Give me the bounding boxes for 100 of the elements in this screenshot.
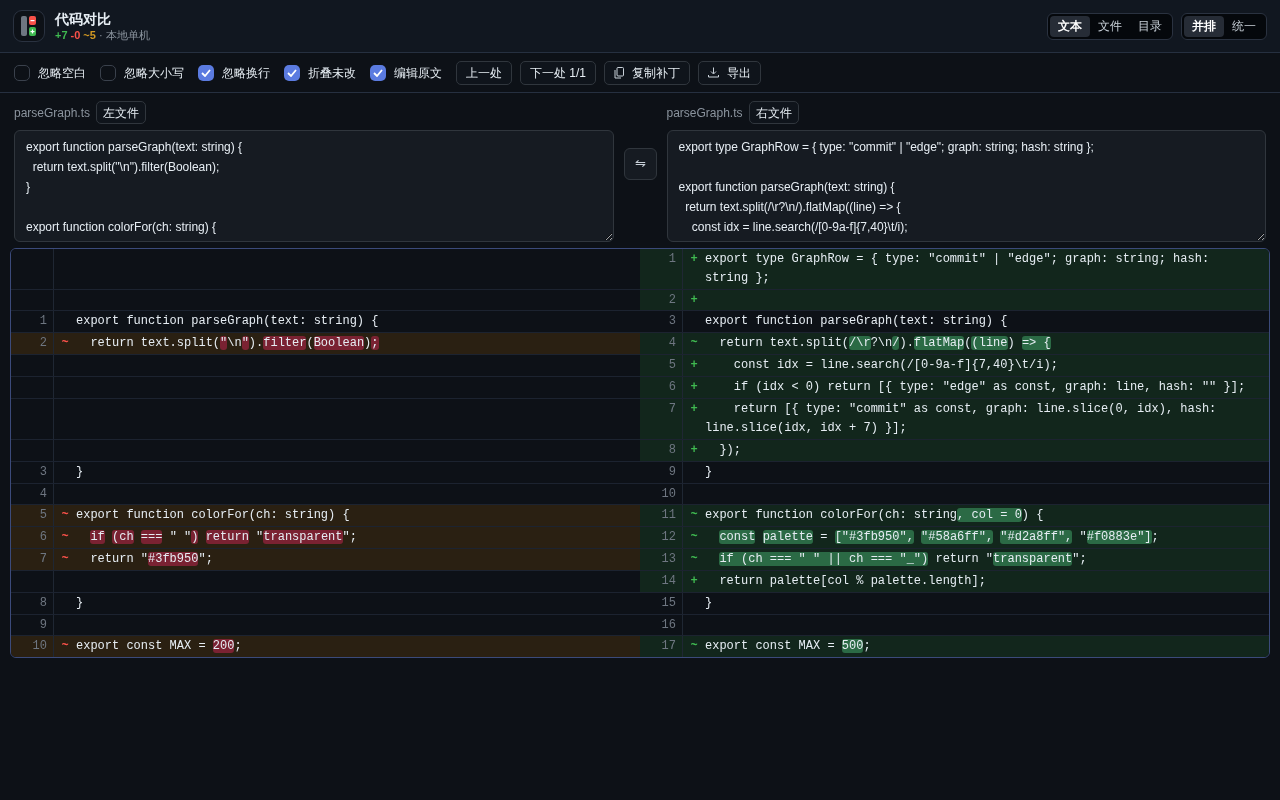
line-number: 1: [668, 252, 676, 266]
code-line: const idx = line.search(/[0-9a-f]{7,40}\t/i);: [732, 358, 1058, 372]
line-number: 16: [661, 618, 676, 632]
toolbar-button[interactable]: 导出: [698, 60, 761, 85]
app-logo-icon: [13, 10, 45, 42]
code-editor[interactable]: export function parseGraph(text: string) { return text.split("\n").filter(Boolean); } export function colorFor(ch: string) {: [14, 130, 614, 242]
line-number: 5: [39, 508, 47, 522]
line-number: 13: [661, 552, 676, 566]
segment-tab[interactable]: 目录: [1130, 15, 1170, 37]
code-line: if (ch === " ") return "transparent";: [89, 530, 357, 544]
code-line: return text.split("\n").filter(Boolean);: [89, 336, 379, 350]
app-title: 代码对比: [55, 10, 112, 28]
line-number: 10: [661, 487, 676, 501]
diff-marker: +: [690, 402, 698, 416]
segment-tab[interactable]: 文本: [1050, 15, 1090, 37]
line-number: 9: [39, 618, 47, 632]
line-number: 2: [39, 336, 47, 350]
checkbox-label: 忽略空白: [38, 64, 86, 82]
line-number: 6: [668, 380, 676, 394]
line-number: 15: [661, 596, 676, 610]
code-line: return [{ type: "commit" as const, graph: line.slice(0, idx), hash: line.slice(idx, idx + 7) }];: [705, 402, 1218, 435]
diff-marker: +: [690, 574, 698, 588]
line-number: 7: [668, 402, 676, 416]
code-line: return text.split(/\r?\n/).flatMap((line) => {: [718, 336, 1051, 350]
code-line: }: [76, 465, 84, 479]
checkbox[interactable]: [198, 64, 214, 81]
code-line: return palette[col % palette.length];: [718, 574, 986, 588]
code-line: }: [705, 596, 713, 610]
diff-marker: +: [690, 443, 698, 457]
diff-marker: ~: [61, 552, 69, 566]
diff-marker: ~: [690, 530, 698, 544]
diff-marker: +: [690, 252, 698, 266]
check-icon: [373, 68, 383, 77]
code-line: export type GraphRow = { type: "commit" | "edge"; graph: string; hash: string };: [705, 252, 1211, 285]
code-line: const palette = ["#3fb950", "#58a6ff", "#d2a8ff", "#f0883e"];: [718, 530, 1159, 544]
segment-tab[interactable]: 统一: [1224, 15, 1264, 37]
line-number: 7: [39, 552, 47, 566]
toolbar-button[interactable]: 复制补丁: [604, 60, 690, 85]
file-name: parseGraph.ts: [666, 104, 743, 122]
checkbox[interactable]: [100, 64, 116, 81]
segment-tab[interactable]: 并排: [1184, 15, 1224, 37]
code-line: }: [76, 596, 84, 610]
checkbox-label: 编辑原文: [394, 64, 442, 82]
code-line: return "#3fb950";: [89, 552, 213, 566]
swap-button[interactable]: ⇋: [623, 148, 657, 180]
line-number: 12: [661, 530, 676, 544]
toolbar-button[interactable]: 下一处 1/1: [520, 60, 596, 85]
diff-marker: ~: [61, 336, 69, 350]
checkbox-label: 忽略大小写: [124, 64, 184, 82]
toolbar-button[interactable]: 上一处: [456, 60, 512, 85]
line-number: 3: [39, 465, 47, 479]
segment-tab[interactable]: 文件: [1090, 15, 1130, 37]
download-icon: [708, 67, 719, 78]
line-number: 1: [39, 314, 47, 328]
diff-marker: ~: [690, 552, 698, 566]
diff-marker: ~: [690, 508, 698, 522]
code-line: });: [718, 443, 741, 457]
code-line: }: [705, 465, 713, 479]
open-file-button[interactable]: 右文件: [748, 101, 799, 124]
diff-marker: ~: [61, 639, 69, 653]
file-name: parseGraph.ts: [14, 104, 91, 122]
code-editor[interactable]: export type GraphRow = { type: "commit" | "edge"; graph: string; hash: string }; export function parseGraph(text: string) { return text.split(/\r?\n/).flatMap((line) => { const idx = line.search(/[0-9a-f]{7,40}\t/i);: [666, 130, 1266, 242]
diff-marker: +: [690, 380, 698, 394]
code-line: if (idx < 0) return [{ type: "edge" as const, graph: line, hash: "" }];: [732, 380, 1246, 394]
copy-icon: [614, 66, 624, 79]
line-number: 4: [668, 336, 676, 350]
code-line: export function colorFor(ch: string) {: [76, 508, 350, 522]
code-line: export const MAX = 200;: [76, 639, 242, 653]
line-number: 9: [668, 465, 676, 479]
code-line: export function parseGraph(text: string) {: [76, 314, 379, 328]
line-number: 10: [32, 639, 47, 653]
check-icon: [201, 68, 211, 77]
checkbox-label: 忽略换行: [222, 64, 270, 82]
checkbox-label: 折叠未改: [308, 64, 356, 82]
diff-marker: ~: [61, 508, 69, 522]
diff-marker: ~: [690, 639, 698, 653]
code-line: export function parseGraph(text: string) {: [705, 314, 1008, 328]
change-count: -0: [70, 28, 81, 42]
line-number: 4: [39, 487, 47, 501]
check-icon: [287, 68, 297, 77]
app-subtitle: · 本地单机: [98, 28, 150, 42]
diff-marker: ~: [690, 336, 698, 350]
line-number: 8: [668, 443, 676, 457]
code-line: export function colorFor(ch: string, col = 0) {: [705, 508, 1044, 522]
open-file-button[interactable]: 左文件: [96, 101, 147, 124]
code-line: export const MAX = 500;: [705, 639, 871, 653]
code-line: if (ch === " " || ch === "_") return "transparent";: [718, 552, 1087, 566]
change-count: ~5: [83, 28, 96, 42]
line-number: 8: [39, 596, 47, 610]
line-number: 3: [668, 314, 676, 328]
checkbox[interactable]: [370, 64, 386, 81]
line-number: 6: [39, 530, 47, 544]
line-number: 11: [661, 508, 676, 522]
diff-marker: +: [690, 293, 698, 307]
checkbox[interactable]: [284, 64, 300, 81]
diff-marker: +: [690, 358, 698, 372]
line-number: 14: [661, 574, 676, 588]
change-count: +7: [55, 28, 68, 42]
checkbox[interactable]: [14, 64, 30, 81]
line-number: 17: [661, 639, 676, 653]
